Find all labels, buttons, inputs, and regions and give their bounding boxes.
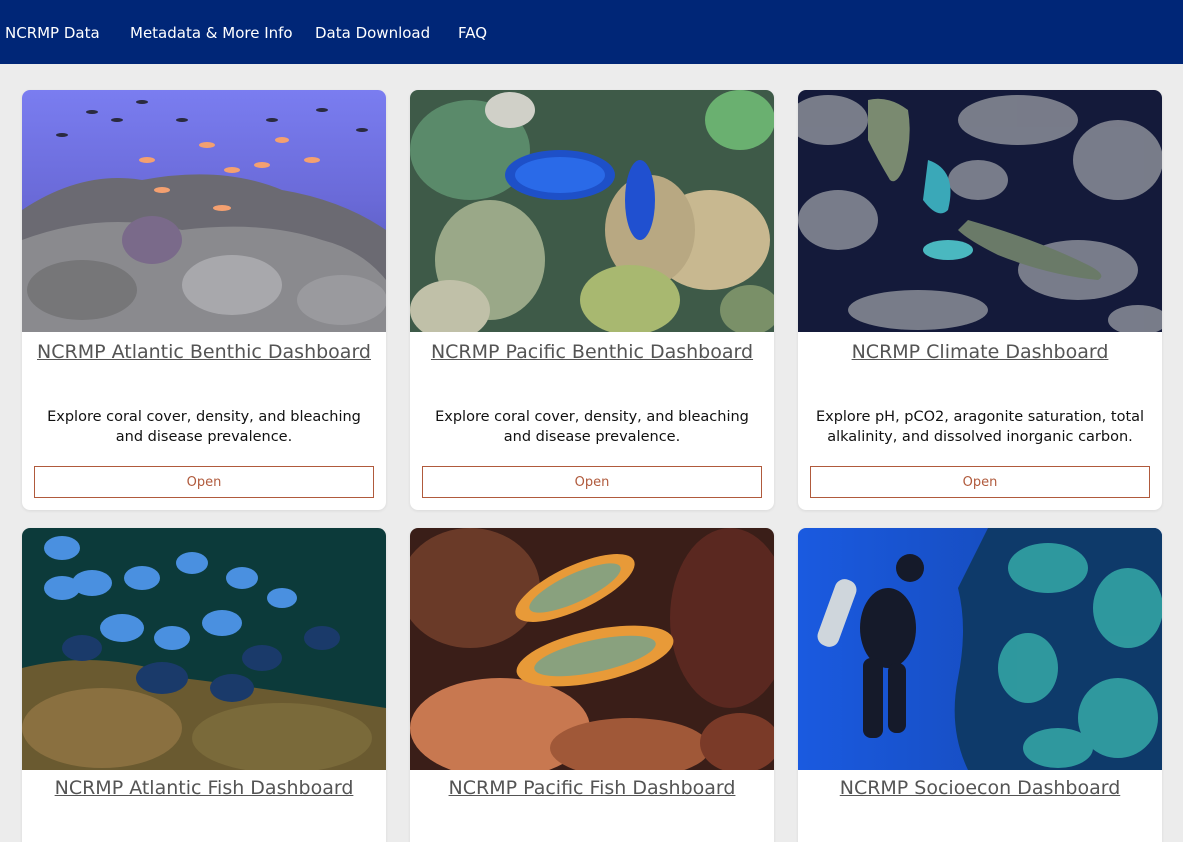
card-description: Explore coral cover, density, and bleach…	[435, 409, 749, 445]
card-title[interactable]: NCRMP Atlantic Benthic Dashboard	[22, 339, 386, 365]
card-atlantic-benthic: NCRMP Atlantic Benthic Dashboard Explore…	[22, 90, 386, 510]
card-pacific-fish: NCRMP Pacific Fish Dashboard	[410, 528, 774, 842]
open-button[interactable]: Open	[422, 466, 762, 498]
wrasse-pair-photo	[410, 528, 774, 770]
nav-ncrmp-data[interactable]: NCRMP Data	[5, 24, 100, 42]
card-description: Explore pH, pCO2, aragonite saturation, …	[815, 409, 1145, 445]
giant-clam-coral-photo	[410, 90, 774, 332]
card-title[interactable]: NCRMP Socioecon Dashboard	[798, 775, 1162, 801]
satellite-florida-cuba-photo	[798, 90, 1162, 332]
card-description: Explore coral cover, density, and bleach…	[47, 409, 361, 445]
top-navbar: NCRMP Data Metadata & More Info Data Dow…	[0, 0, 1183, 64]
card-title[interactable]: NCRMP Atlantic Fish Dashboard	[22, 775, 386, 801]
scuba-diver-photo	[798, 528, 1162, 770]
card-socioecon: NCRMP Socioecon Dashboard	[798, 528, 1162, 842]
card-atlantic-fish: NCRMP Atlantic Fish Dashboard	[22, 528, 386, 842]
card-title[interactable]: NCRMP Pacific Fish Dashboard	[410, 775, 774, 801]
nav-data-download[interactable]: Data Download	[315, 24, 430, 42]
atlantic-reef-fish-photo	[22, 90, 386, 332]
card-pacific-benthic: NCRMP Pacific Benthic Dashboard Explore …	[410, 90, 774, 510]
blue-tang-school-photo	[22, 528, 386, 770]
card-title[interactable]: NCRMP Climate Dashboard	[798, 339, 1162, 365]
card-climate: NCRMP Climate Dashboard Explore pH, pCO2…	[798, 90, 1162, 510]
open-button[interactable]: Open	[34, 466, 374, 498]
open-button[interactable]: Open	[810, 466, 1150, 498]
nav-metadata[interactable]: Metadata & More Info	[130, 24, 293, 42]
nav-faq[interactable]: FAQ	[458, 24, 487, 42]
card-title[interactable]: NCRMP Pacific Benthic Dashboard	[410, 339, 774, 365]
